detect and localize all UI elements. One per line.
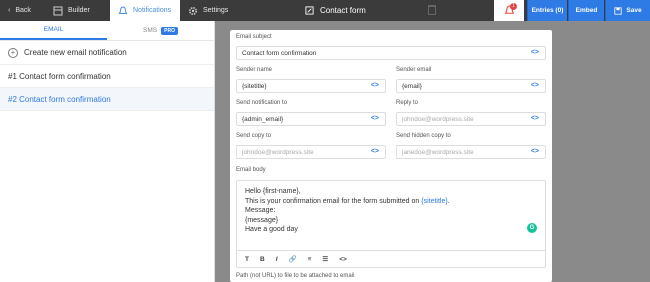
email-body-text[interactable]: Hello {first-name}, This is your confirm…	[237, 181, 545, 241]
gear-icon	[188, 6, 198, 15]
create-notification-button[interactable]: + Create new email notification	[0, 41, 214, 65]
text-format-button[interactable]: T	[245, 256, 249, 263]
bullet-list-button[interactable]: ☰	[322, 255, 328, 263]
grammarly-icon[interactable]: G	[527, 223, 537, 233]
send-copy-field[interactable]: johndoe@wordpress.site <>	[236, 145, 386, 159]
sender-email-field[interactable]: {email} <>	[396, 79, 546, 93]
smart-tag-icon[interactable]: <>	[371, 115, 379, 122]
chevron-left-icon: ‹	[8, 7, 11, 14]
smart-tag-icon[interactable]: <>	[371, 148, 379, 155]
notification-item-label: #2 Contact form confirmation	[8, 94, 111, 104]
email-body-label: Email body	[236, 167, 266, 173]
smart-tag-icon[interactable]: <>	[531, 49, 539, 56]
notification-editor: Email subject Contact form confirmation …	[230, 30, 552, 282]
body-line: Have a good day	[245, 226, 298, 233]
builder-label: Builder	[68, 7, 90, 14]
alert-count-badge: 1	[510, 3, 517, 10]
editor-toolbar: T B I 🔗 ≡ ☰ <>	[237, 250, 545, 267]
italic-button[interactable]: I	[276, 256, 278, 263]
body-line: {message}	[245, 216, 279, 224]
embed-button[interactable]: Embed	[568, 0, 604, 21]
notifications-tab[interactable]: Notifications	[110, 0, 180, 21]
ordered-list-button[interactable]: ≡	[308, 256, 312, 263]
smart-tag-icon[interactable]: <>	[531, 115, 539, 122]
form-title-text: Contact form	[320, 6, 366, 15]
reply-to-field[interactable]: johndoe@wordpress.site <>	[396, 112, 546, 126]
smart-tag-icon[interactable]: <>	[531, 148, 539, 155]
send-copy-placeholder: johndoe@wordpress.site	[242, 148, 314, 156]
attachment-path-label: Path (not URL) to file to be attached to…	[236, 273, 355, 279]
bold-button[interactable]: B	[260, 256, 265, 263]
bell-icon	[118, 5, 128, 14]
sender-name-label: Sender name	[236, 67, 273, 73]
tab-sms-label: SMS	[143, 27, 158, 34]
tab-email[interactable]: EMAIL	[0, 21, 107, 40]
settings-label: Settings	[203, 7, 229, 14]
code-button[interactable]: <>	[339, 256, 347, 263]
body-line-text: .	[447, 197, 450, 205]
form-title[interactable]: Contact form	[305, 0, 366, 21]
email-subject-label: Email subject	[236, 34, 272, 40]
body-line-text: This is your confirmation email for the …	[245, 197, 422, 205]
email-subject-field[interactable]: Contact form confirmation <>	[236, 46, 546, 60]
builder-icon	[53, 6, 63, 15]
sender-email-label: Sender email	[396, 67, 432, 73]
sender-email-value: {email}	[402, 82, 422, 90]
edit-icon	[305, 6, 314, 15]
sitetitle-tag: {sitetitle}	[421, 197, 448, 205]
send-to-field[interactable]: {admin_email} <>	[236, 112, 386, 126]
notification-item-2[interactable]: #2 Contact form confirmation	[0, 88, 214, 111]
body-line: Message:	[245, 207, 276, 214]
smart-tag-icon[interactable]: <>	[531, 82, 539, 89]
notification-item-1[interactable]: #1 Contact form confirmation	[0, 65, 214, 88]
plus-circle-icon: +	[8, 47, 18, 58]
pro-badge: PRO	[161, 26, 178, 35]
trash-icon[interactable]	[428, 5, 436, 15]
body-line: This is your confirmation email for the …	[245, 197, 537, 207]
create-notification-label: Create new email notification	[24, 48, 127, 57]
sender-name-value: {sitetitle}	[242, 82, 267, 90]
notifications-sidebar: EMAIL SMS PRO + Create new email notific…	[0, 21, 215, 282]
reply-to-label: Reply to	[396, 100, 419, 106]
save-button[interactable]: Save	[605, 0, 650, 21]
save-icon	[614, 6, 623, 15]
send-hidden-placeholder: janedoe@wordpress.site	[402, 148, 474, 156]
top-bar: ‹ Back Builder Notifications Settings Co…	[0, 0, 650, 21]
notifications-label: Notifications	[133, 7, 172, 14]
body-line: Hello {first-name},	[245, 188, 301, 195]
reply-to-placeholder: johndoe@wordpress.site	[402, 115, 474, 123]
tab-email-label: EMAIL	[43, 26, 64, 33]
sender-name-field[interactable]: {sitetitle} <>	[236, 79, 386, 93]
back-button[interactable]: ‹ Back	[0, 0, 45, 21]
send-to-value: {admin_email}	[242, 115, 284, 123]
entries-button[interactable]: Entries (0)	[527, 0, 567, 21]
email-subject-value: Contact form confirmation	[242, 49, 317, 57]
smart-tag-icon[interactable]: <>	[371, 82, 379, 89]
save-label: Save	[626, 7, 642, 14]
send-hidden-label: Send hidden copy to	[396, 133, 451, 139]
settings-tab[interactable]: Settings	[180, 0, 240, 21]
alerts-button[interactable]: 1	[494, 0, 524, 21]
builder-tab[interactable]: Builder	[45, 0, 110, 21]
send-hidden-field[interactable]: janedoe@wordpress.site <>	[396, 145, 546, 159]
tab-sms[interactable]: SMS PRO	[107, 21, 214, 40]
back-label: Back	[15, 7, 31, 14]
channel-tabs: EMAIL SMS PRO	[0, 21, 214, 41]
email-body-editor[interactable]: Hello {first-name}, This is your confirm…	[236, 180, 546, 268]
notification-item-label: #1 Contact form confirmation	[8, 71, 111, 81]
send-to-label: Send notification to	[236, 100, 288, 106]
link-button[interactable]: 🔗	[289, 255, 297, 263]
send-copy-label: Send copy to	[236, 133, 272, 139]
